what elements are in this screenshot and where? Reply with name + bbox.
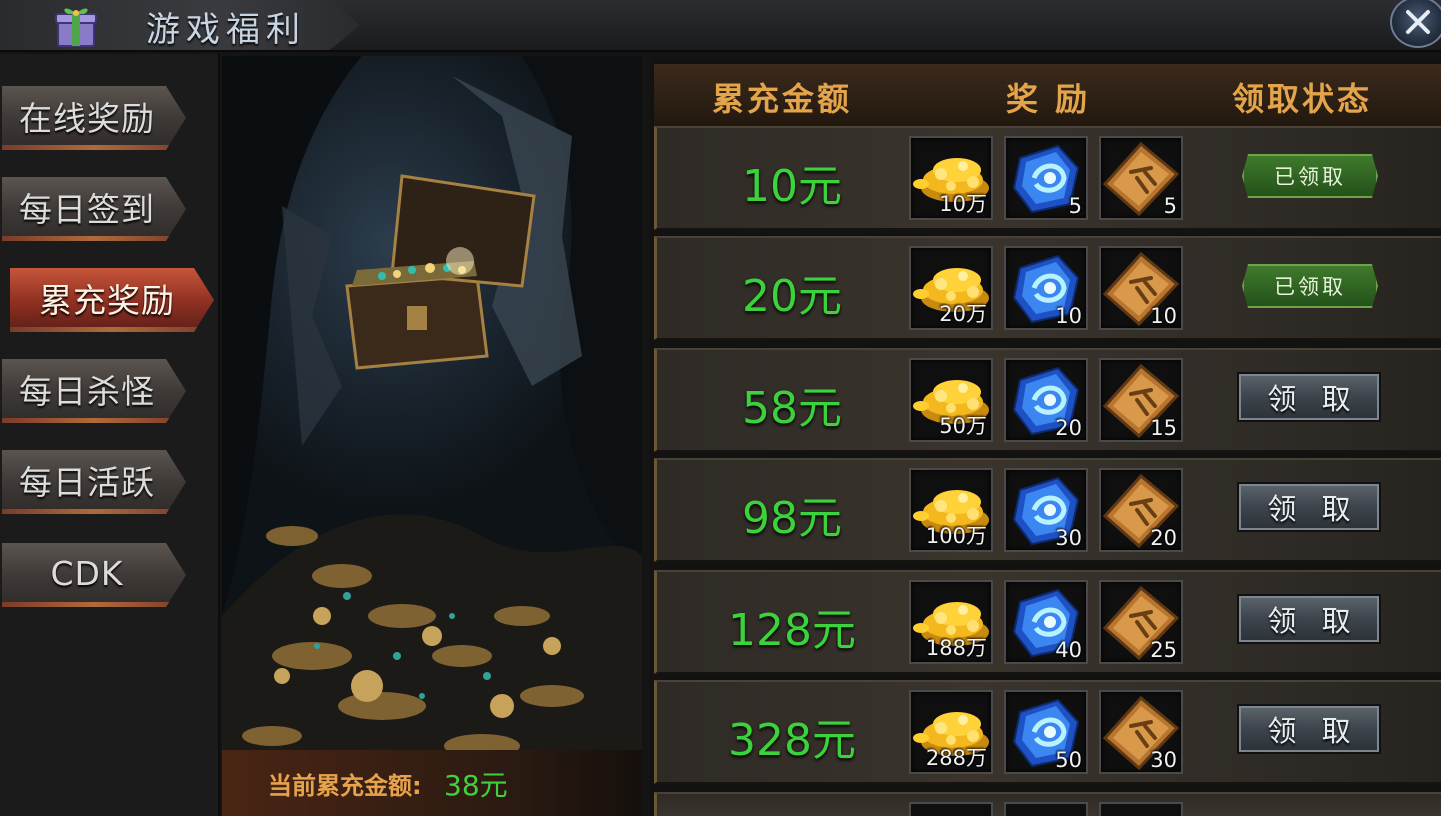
status-label: 领 取 [1267,382,1359,416]
claimed-badge: 已领取 [1242,264,1378,308]
table-header: 累充金额 奖 励 领取状态 [654,64,1441,128]
status-label: 已领取 [1274,275,1346,299]
current-recharge-label: 当前累充金额: [268,772,422,800]
sidebar-item-label: 累充奖励 [39,281,175,320]
item-slot-gold[interactable]: 288万 [909,690,993,774]
table-row: 128元 188万 40 25 领 取 [654,570,1441,674]
item-slot-crystal[interactable]: 50 [1004,690,1088,774]
header-reward: 奖 励 [1006,80,1091,118]
recharge-amount: 128元 [728,605,856,656]
item-slot-scroll[interactable]: 25 [1099,580,1183,664]
treasure-illustration [222,56,642,816]
item-slot-crystal[interactable]: 40 [1004,580,1088,664]
gift-box-icon [50,2,102,48]
item-slot [1099,802,1183,816]
scroll-count: 5 [1163,194,1177,218]
sidebar-item-label: CDK [50,553,124,593]
item-slot [1004,802,1088,816]
item-slot-gold[interactable]: 100万 [909,468,993,552]
item-slot-scroll[interactable]: 20 [1099,468,1183,552]
sidebar-item-recharge-reward[interactable]: 累充奖励 [10,268,214,332]
close-button[interactable] [1390,0,1441,48]
gold-count: 10万 [939,192,987,216]
recharge-amount: 328元 [728,715,856,766]
reward-table: 累充金额 奖 励 领取状态 10元 10万 5 5 已领取 20元 20万 10… [650,58,1441,816]
window-title: 游戏福利 [146,10,306,50]
gold-count: 50万 [939,414,987,438]
claimed-badge: 已领取 [1242,154,1378,198]
item-slot-crystal[interactable]: 10 [1004,246,1088,330]
item-slot-gold[interactable]: 188万 [909,580,993,664]
sidebar-item-label: 每日杀怪 [19,372,155,411]
item-slot-crystal[interactable]: 20 [1004,358,1088,442]
scroll-count: 30 [1150,748,1177,772]
sidebar-item-online-reward[interactable]: 在线奖励 [2,86,186,150]
gold-count: 100万 [925,524,987,548]
item-slot-gold[interactable]: 10万 [909,136,993,220]
item-slot-crystal[interactable]: 30 [1004,468,1088,552]
table-row: 328元 288万 50 30 领 取 [654,680,1441,784]
crystal-count: 10 [1055,304,1082,328]
crystal-count: 20 [1055,416,1082,440]
sidebar-item-label: 在线奖励 [19,99,155,138]
table-row-partial [654,792,1441,816]
item-slot [909,802,993,816]
gold-count: 188万 [925,636,987,660]
close-icon [1406,10,1430,34]
table-row: 10元 10万 5 5 已领取 [654,126,1441,230]
scroll-count: 25 [1150,638,1177,662]
sidebar [0,54,220,816]
item-slot-crystal[interactable]: 5 [1004,136,1088,220]
recharge-amount: 20元 [742,271,842,322]
sidebar-item-label: 每日签到 [19,190,155,229]
status-label: 领 取 [1267,492,1359,526]
crystal-count: 30 [1055,526,1082,550]
gold-count: 20万 [939,302,987,326]
item-slot-gold[interactable]: 20万 [909,246,993,330]
table-row: 98元 100万 30 20 领 取 [654,458,1441,562]
sidebar-item-daily-signin[interactable]: 每日签到 [2,177,186,241]
sidebar-item-cdk[interactable]: CDK [2,543,186,607]
crystal-count: 40 [1055,638,1082,662]
gold-count: 288万 [925,746,987,770]
claim-button[interactable]: 领 取 [1237,372,1381,422]
item-slot-scroll[interactable]: 5 [1099,136,1183,220]
header-amount: 累充金额 [712,80,853,118]
claim-button[interactable]: 领 取 [1237,482,1381,532]
status-label: 已领取 [1274,165,1346,189]
sidebar-item-daily-active[interactable]: 每日活跃 [2,450,186,514]
item-slot-scroll[interactable]: 30 [1099,690,1183,774]
header-status: 领取状态 [1232,80,1373,118]
crystal-count: 50 [1055,748,1082,772]
item-slot-scroll[interactable]: 10 [1099,246,1183,330]
current-recharge-value: 38元 [444,769,508,802]
sidebar-item-daily-kill[interactable]: 每日杀怪 [2,359,186,423]
scroll-count: 20 [1150,526,1177,550]
status-label: 领 取 [1267,604,1359,638]
claim-button[interactable]: 领 取 [1237,594,1381,644]
sidebar-item-label: 每日活跃 [19,463,155,502]
status-label: 领 取 [1267,714,1359,748]
claim-button[interactable]: 领 取 [1237,704,1381,754]
table-row: 58元 50万 20 15 领 取 [654,348,1441,452]
item-slot-gold[interactable]: 50万 [909,358,993,442]
title-bar: 游戏福利 [0,0,1441,52]
table-row: 20元 20万 10 10 已领取 [654,236,1441,340]
recharge-amount: 10元 [742,161,842,212]
crystal-count: 5 [1068,194,1082,218]
recharge-amount: 58元 [742,383,842,434]
scroll-count: 15 [1150,416,1177,440]
recharge-amount: 98元 [742,493,842,544]
scroll-count: 10 [1150,304,1177,328]
item-slot-scroll[interactable]: 15 [1099,358,1183,442]
